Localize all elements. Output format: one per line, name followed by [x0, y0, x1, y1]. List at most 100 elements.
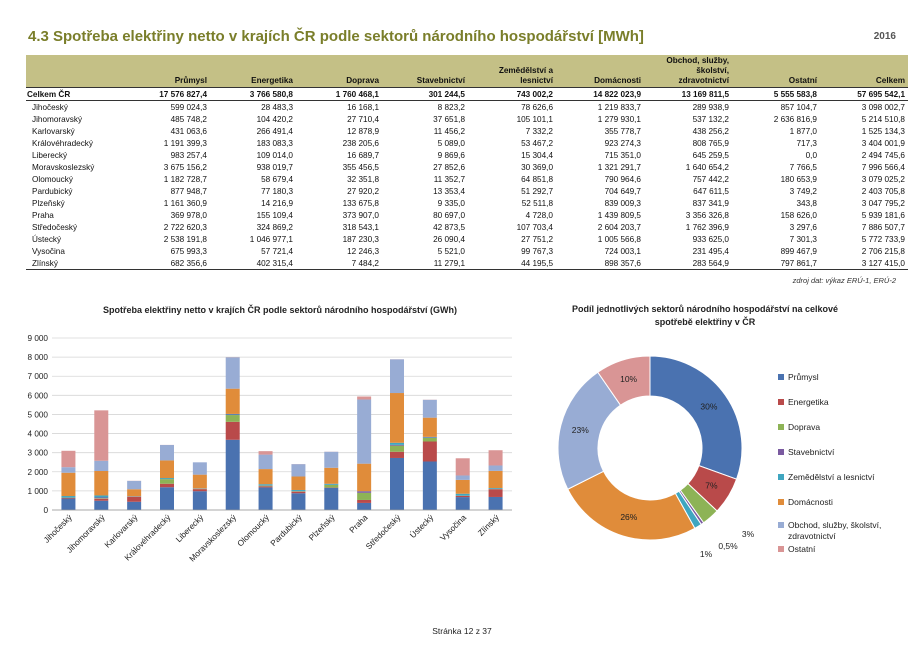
table-cell: 51 292,7	[521, 186, 553, 196]
legend-label: Zemědělství a lesnictví	[788, 472, 875, 482]
bar-segment	[160, 487, 174, 510]
bar-segment	[127, 501, 142, 510]
column-header: Obchod, služby, školství, zdravotnictví	[644, 55, 732, 88]
pie-data-label: 30%	[700, 402, 717, 412]
table-cell: 647 611,5	[693, 186, 729, 196]
table-cell: 682 356,6	[122, 257, 210, 270]
bar-segment	[390, 393, 404, 443]
table-cell: 983 257,4	[170, 150, 207, 160]
bar-segment	[488, 465, 503, 471]
bar-segment	[488, 488, 503, 489]
pie-data-label: 7%	[705, 481, 718, 491]
bar-segment	[258, 486, 273, 488]
table-cell: 8 823,2	[437, 102, 465, 112]
table-cell: 11 279,1	[382, 257, 468, 270]
table-cell: 1 279 930,1	[597, 114, 641, 124]
bar-segment	[127, 480, 142, 490]
y-tick-label: 2 000	[28, 468, 49, 477]
table-row: Ústecký 2 538 191,8 1 046 977,1 187 230,3 26…	[26, 233, 908, 245]
table-cell: 7 484,2	[296, 257, 382, 270]
table-cell: 3 047 795,2	[861, 198, 905, 208]
table-cell: 28 483,3	[261, 102, 293, 112]
table-cell: 17 576 827,4	[122, 87, 210, 101]
table-cell: 485 748,2	[170, 114, 207, 124]
bar-segment	[291, 493, 306, 510]
table-cell: 2 706 215,8	[861, 246, 905, 256]
table-cell: 1 005 566,8	[597, 234, 641, 244]
pie-data-label: 0,5%	[718, 541, 738, 551]
bar-segment	[94, 460, 109, 472]
table-cell: 2 494 745,6	[861, 150, 905, 160]
column-header: Doprava	[296, 55, 382, 88]
table-cell: 53 467,2	[521, 138, 553, 148]
page-title: 4.3 Spotřeba elektřiny netto v krajích Č…	[28, 28, 644, 45]
bar-segment	[160, 444, 174, 461]
x-tick-label: Pardubický	[269, 512, 305, 548]
table-cell: 1 321 291,7	[597, 162, 641, 172]
legend-swatch	[778, 374, 784, 380]
consumption-table: Průmysl Energetika Doprava Stavebnictví Země…	[26, 55, 908, 270]
pie-data-label: 26%	[620, 512, 637, 522]
table-cell: 238 205,6	[342, 138, 379, 148]
table-cell: 32 351,8	[347, 174, 379, 184]
bar-segment	[225, 421, 240, 440]
bar-segment	[455, 495, 470, 498]
table-cell: 77 180,3	[261, 186, 293, 196]
table-cell: 7 332,2	[525, 126, 553, 136]
table-cell: 11 456,2	[433, 126, 465, 136]
table-cell: 9 869,6	[437, 150, 465, 160]
table-cell: 431 063,6	[170, 126, 207, 136]
bar-segment	[455, 479, 470, 494]
bar-segment	[357, 396, 372, 400]
table-cell: 30 369,0	[521, 162, 553, 172]
table-cell: 2 636 816,9	[773, 114, 817, 124]
table-cell: 369 978,0	[170, 210, 207, 220]
bar-segment	[357, 399, 372, 464]
bar-segment	[61, 498, 76, 499]
table-cell: 1 640 654,2	[685, 162, 729, 172]
table-cell: 1 219 833,7	[597, 102, 641, 112]
bar-segment	[488, 489, 503, 497]
bar-segment	[225, 439, 240, 510]
page-number: Stránka 12 z 37	[432, 626, 492, 636]
bar-segment	[324, 451, 339, 468]
bar-segment	[192, 491, 207, 510]
bar-segment	[160, 483, 174, 488]
bar-segment	[455, 458, 470, 476]
table-cell: 3 766 580,8	[210, 87, 296, 101]
table-cell: 27 852,6	[433, 162, 465, 172]
table-row: Karlovarský 431 063,6 266 491,4 12 878,9 11 …	[26, 125, 908, 137]
table-cell: 797 861,7	[732, 257, 820, 270]
table-cell: 537 132,2	[692, 114, 729, 124]
legend-item: Stavebnictví	[778, 447, 881, 458]
table-row: Královéhradecký 1 191 399,3 183 083,3 238 2…	[26, 137, 908, 149]
table-cell: 757 442,2	[692, 174, 729, 184]
table-cell: 301 244,5	[382, 87, 468, 101]
table-cell: 3 297,6	[789, 222, 817, 232]
table-cell: 724 003,1	[604, 246, 641, 256]
column-header	[26, 55, 122, 88]
y-tick-label: 5 000	[28, 410, 49, 419]
bar-segment	[291, 491, 306, 494]
table-cell: 0,0	[805, 150, 817, 160]
table-row: Praha 369 978,0 155 109,4 373 907,0 80 697,0…	[26, 209, 908, 221]
legend-label: Stavebnictví	[788, 447, 835, 457]
bar-segment	[357, 491, 372, 493]
table-cell: 52 511,8	[521, 198, 553, 208]
legend-item: Průmysl	[778, 372, 881, 383]
table-cell: 78 626,6	[521, 102, 553, 112]
table-cell: 355 456,5	[342, 162, 379, 172]
x-tick-label: Středočeský	[364, 512, 403, 551]
table-row: Plzeňský 1 161 360,9 14 216,9 133 675,8 9 33…	[26, 197, 908, 209]
bar-segment	[488, 496, 503, 510]
table-cell: 155 109,4	[256, 210, 293, 220]
stacked-bar-chart: 0 1 000 2 000 3 000 4 000 5 000 6 000 7 000 8 00…	[28, 334, 512, 563]
column-header: Domácnosti	[556, 55, 644, 88]
table-cell: 5 089,0	[437, 138, 465, 148]
table-cell: 16 168,1	[347, 102, 379, 112]
table-cell: 99 767,3	[521, 246, 553, 256]
table-cell: 1 182 728,7	[163, 174, 207, 184]
table-cell: 5 772 733,9	[861, 234, 905, 244]
table-row: Olomoucký 1 182 728,7 58 679,4 32 351,8 11 3…	[26, 173, 908, 185]
table-cell: 877 948,7	[170, 186, 207, 196]
